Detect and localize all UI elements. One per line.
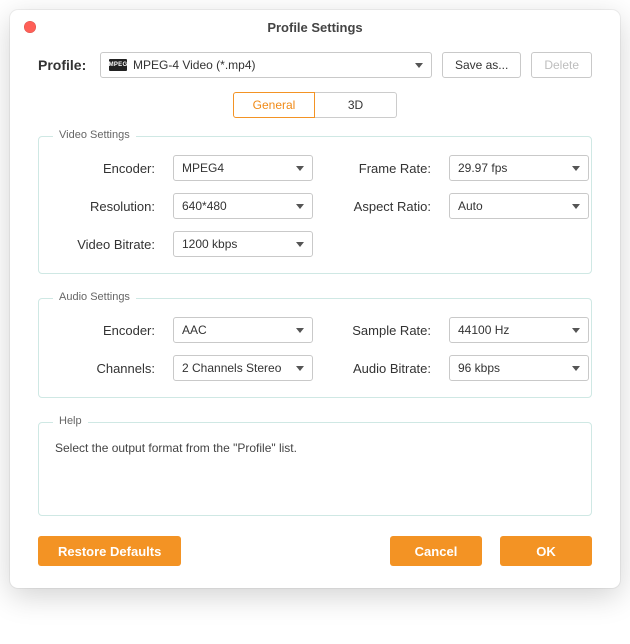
titlebar: Profile Settings: [10, 10, 620, 44]
frame-rate-select[interactable]: 29.97 fps: [449, 155, 589, 181]
chevron-down-icon: [296, 328, 304, 333]
help-legend: Help: [53, 415, 88, 427]
save-as-button[interactable]: Save as...: [442, 52, 521, 78]
tabs: General 3D: [38, 92, 592, 118]
sample-rate-label: Sample Rate:: [331, 323, 431, 338]
mpeg-icon: MPEG: [109, 59, 127, 71]
audio-encoder-label: Encoder:: [55, 323, 155, 338]
video-encoder-select[interactable]: MPEG4: [173, 155, 313, 181]
chevron-down-icon: [415, 63, 423, 68]
window-title: Profile Settings: [10, 20, 620, 35]
aspect-ratio-select[interactable]: Auto: [449, 193, 589, 219]
chevron-down-icon: [296, 242, 304, 247]
resolution-label: Resolution:: [55, 199, 155, 214]
tab-3d[interactable]: 3D: [315, 92, 397, 118]
channels-label: Channels:: [55, 361, 155, 376]
profile-select[interactable]: MPEG MPEG-4 Video (*.mp4): [100, 52, 432, 78]
frame-rate-label: Frame Rate:: [331, 161, 431, 176]
help-fieldset: Help Select the output format from the "…: [38, 422, 592, 516]
chevron-down-icon: [572, 328, 580, 333]
profile-settings-window: Profile Settings Profile: MPEG MPEG-4 Vi…: [10, 10, 620, 588]
restore-defaults-button[interactable]: Restore Defaults: [38, 536, 181, 566]
aspect-ratio-label: Aspect Ratio:: [331, 199, 431, 214]
chevron-down-icon: [572, 166, 580, 171]
tab-general[interactable]: General: [233, 92, 315, 118]
resolution-select[interactable]: 640*480: [173, 193, 313, 219]
audio-encoder-select[interactable]: AAC: [173, 317, 313, 343]
audio-bitrate-label: Audio Bitrate:: [331, 361, 431, 376]
video-settings-legend: Video Settings: [53, 129, 136, 141]
ok-button[interactable]: OK: [500, 536, 592, 566]
chevron-down-icon: [572, 204, 580, 209]
chevron-down-icon: [296, 166, 304, 171]
help-text: Select the output format from the "Profi…: [55, 441, 575, 455]
delete-button: Delete: [531, 52, 592, 78]
video-encoder-label: Encoder:: [55, 161, 155, 176]
cancel-button[interactable]: Cancel: [390, 536, 482, 566]
footer: Restore Defaults Cancel OK: [38, 536, 592, 566]
video-settings-fieldset: Video Settings Encoder: MPEG4 Frame Rate…: [38, 136, 592, 274]
profile-row: Profile: MPEG MPEG-4 Video (*.mp4) Save …: [38, 52, 592, 78]
chevron-down-icon: [296, 366, 304, 371]
channels-select[interactable]: 2 Channels Stereo: [173, 355, 313, 381]
chevron-down-icon: [296, 204, 304, 209]
video-bitrate-label: Video Bitrate:: [55, 237, 155, 252]
sample-rate-select[interactable]: 44100 Hz: [449, 317, 589, 343]
profile-value: MPEG-4 Video (*.mp4): [133, 58, 409, 72]
profile-label: Profile:: [38, 57, 90, 73]
video-bitrate-select[interactable]: 1200 kbps: [173, 231, 313, 257]
audio-settings-fieldset: Audio Settings Encoder: AAC Sample Rate:…: [38, 298, 592, 398]
chevron-down-icon: [572, 366, 580, 371]
audio-settings-legend: Audio Settings: [53, 291, 136, 303]
audio-bitrate-select[interactable]: 96 kbps: [449, 355, 589, 381]
